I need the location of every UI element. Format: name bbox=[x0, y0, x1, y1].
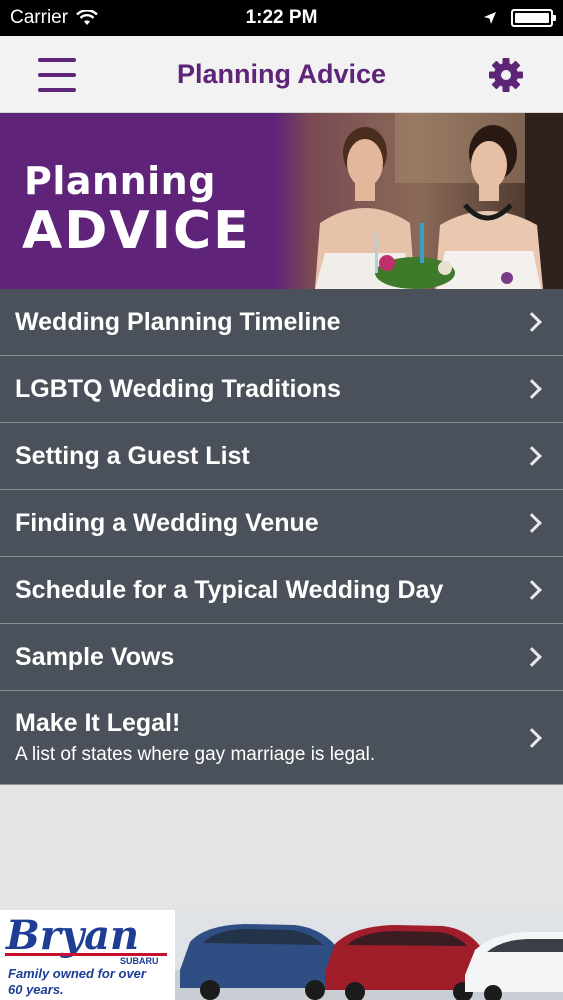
list-item-wedding-planning-timeline[interactable]: Wedding Planning Timeline bbox=[0, 289, 563, 356]
page-title: Planning Advice bbox=[176, 59, 387, 89]
ad-subbrand: SUBARU bbox=[120, 956, 159, 966]
ad-tagline: Family owned for over 60 years. bbox=[8, 966, 146, 997]
list-item-label: Schedule for a Typical Wedding Day bbox=[15, 575, 444, 604]
status-right bbox=[483, 9, 556, 27]
list-item-label: Wedding Planning Timeline bbox=[15, 307, 341, 336]
list-item-subtitle: A list of states where gay marriage is l… bbox=[15, 744, 376, 765]
list-item-lgbtq-wedding-traditions[interactable]: LGBTQ Wedding Traditions bbox=[0, 356, 563, 423]
list-item-label: LGBTQ Wedding Traditions bbox=[15, 374, 341, 403]
status-left: Carrier bbox=[10, 7, 98, 29]
list-item-schedule-typical-wedding-day[interactable]: Schedule for a Typical Wedding Day bbox=[0, 557, 563, 624]
status-bar: Carrier 1:22 PM bbox=[0, 0, 563, 36]
ad-brand: Bryan bbox=[6, 912, 140, 959]
chevron-right-icon bbox=[522, 647, 542, 667]
list-item-finding-a-wedding-venue[interactable]: Finding a Wedding Venue bbox=[0, 490, 563, 557]
banner-title-line-2: ADVICE bbox=[22, 201, 251, 261]
chevron-right-icon bbox=[522, 312, 542, 332]
chevron-right-icon bbox=[522, 513, 542, 533]
chevron-right-icon bbox=[522, 580, 542, 600]
navigation-bar: Planning Advice bbox=[0, 36, 563, 113]
chevron-right-icon bbox=[522, 446, 542, 466]
gear-icon[interactable] bbox=[487, 56, 525, 94]
couple-photo bbox=[275, 113, 563, 289]
cars-photo bbox=[175, 910, 563, 1000]
advice-list: Wedding Planning Timeline LGBTQ Wedding … bbox=[0, 289, 563, 785]
wifi-icon bbox=[76, 10, 98, 25]
list-item-label: Setting a Guest List bbox=[15, 441, 250, 470]
list-item-label: Finding a Wedding Venue bbox=[15, 508, 319, 537]
battery-icon bbox=[511, 9, 556, 27]
advertisement-banner[interactable]: Bryan SUBARU Family owned for over 60 ye… bbox=[0, 910, 563, 1000]
location-arrow-icon bbox=[484, 12, 496, 24]
carrier-label: Carrier bbox=[10, 7, 69, 28]
chevron-right-icon bbox=[522, 379, 542, 399]
list-item-setting-a-guest-list[interactable]: Setting a Guest List bbox=[0, 423, 563, 490]
banner-title-line-1: Planning bbox=[24, 159, 216, 203]
planning-advice-banner: Planning ADVICE bbox=[0, 113, 563, 289]
ad-logo: Bryan SUBARU Family owned for over 60 ye… bbox=[0, 910, 175, 1000]
list-item-label: Sample Vows bbox=[15, 642, 175, 671]
list-item-sample-vows[interactable]: Sample Vows bbox=[0, 624, 563, 691]
list-item-make-it-legal[interactable]: Make It Legal! A list of states where ga… bbox=[0, 691, 563, 785]
chevron-right-icon bbox=[522, 727, 542, 748]
hamburger-menu-icon[interactable] bbox=[36, 56, 78, 94]
list-item-label: Make It Legal! bbox=[15, 709, 181, 737]
